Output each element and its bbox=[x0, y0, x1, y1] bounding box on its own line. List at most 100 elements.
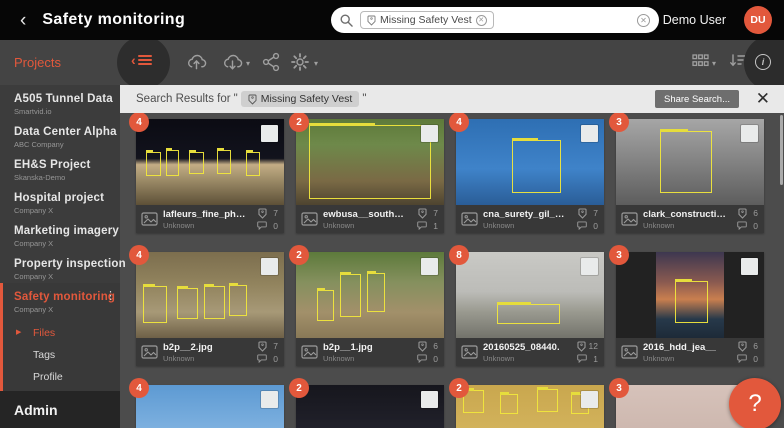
image-card[interactable]: 4 b2p__2.jpg Unknown 7 0 bbox=[129, 245, 284, 366]
results-content: 4 lafleurs_fine_ph… Unknown 7 0 2 ewbusa… bbox=[120, 113, 784, 428]
submenu-item-tags[interactable]: Tags bbox=[3, 344, 120, 366]
sidebar-project-item-1[interactable]: Data Center Alpha ABC Company bbox=[0, 118, 120, 151]
cloud-download-caret-icon[interactable]: ▾ bbox=[246, 59, 250, 68]
cloud-download-icon[interactable] bbox=[222, 52, 243, 72]
owner-label: Unknown bbox=[323, 353, 355, 363]
search-input[interactable]: Missing Safety Vest ✕ ✕ bbox=[331, 7, 659, 33]
grid-view-caret-icon[interactable]: ▾ bbox=[712, 59, 716, 68]
projects-heading: Projects bbox=[14, 55, 61, 70]
close-search-icon[interactable]: ✕ bbox=[756, 88, 770, 110]
card-footer: ewbusa__south… Unknown 7 1 bbox=[296, 205, 444, 233]
comment-count: 0 bbox=[257, 354, 278, 364]
owner-label: Unknown bbox=[643, 353, 675, 363]
select-checkbox[interactable] bbox=[741, 258, 758, 275]
tag-count-value: 7 bbox=[593, 208, 598, 218]
comment-icon bbox=[737, 221, 747, 230]
sidebar-project-item-5[interactable]: Property inspection Company X bbox=[0, 250, 126, 283]
sidebar-project-item-0[interactable]: A505 Tunnel Data Smartvid.io bbox=[0, 85, 120, 118]
open-quote: " bbox=[233, 93, 238, 105]
select-checkbox[interactable] bbox=[581, 258, 598, 275]
clear-search-icon[interactable]: ✕ bbox=[637, 13, 650, 27]
submenu-item-files[interactable]: ▶ Files bbox=[3, 322, 120, 344]
select-checkbox[interactable] bbox=[421, 125, 438, 142]
owner-label: Unknown bbox=[163, 220, 195, 230]
detection-count-badge: 4 bbox=[129, 113, 149, 132]
image-file-icon bbox=[301, 345, 318, 359]
detection-count-badge: 4 bbox=[129, 378, 149, 398]
project-name: EH&S Project bbox=[14, 159, 91, 171]
avatar[interactable]: DU bbox=[744, 6, 772, 34]
card-footer: 20160525_08440. Unknown 12 1 bbox=[456, 338, 604, 366]
image-card[interactable]: 3 2016_hdd_jea__ Unknown 6 0 bbox=[609, 245, 764, 366]
tag-count-value: 7 bbox=[433, 208, 438, 218]
comment-count: 1 bbox=[577, 354, 598, 364]
select-checkbox[interactable] bbox=[421, 258, 438, 275]
image-file-icon bbox=[461, 212, 478, 226]
scrollbar[interactable] bbox=[780, 115, 783, 185]
tag-icon bbox=[738, 340, 747, 352]
detection-count-badge: 4 bbox=[129, 245, 149, 265]
project-list: A505 Tunnel Data Smartvid.io Data Center… bbox=[0, 85, 126, 283]
comment-icon bbox=[577, 221, 587, 230]
card-footer: b2p__1.jpg Unknown 6 0 bbox=[296, 338, 444, 366]
image-card[interactable]: 4 cna_surety_gil_… Unknown 7 0 bbox=[449, 113, 604, 233]
select-checkbox[interactable] bbox=[261, 125, 278, 142]
tag-icon bbox=[258, 340, 267, 352]
sidebar-project-item-3[interactable]: Hospital project Company X bbox=[0, 184, 120, 217]
image-file-icon bbox=[621, 212, 638, 226]
project-org: Company X bbox=[14, 239, 54, 248]
select-checkbox[interactable] bbox=[581, 391, 598, 408]
sidebar-item-safety-monitoring[interactable]: Safety monitoring Company X ⋮ bbox=[3, 283, 120, 316]
detection-count-badge: 2 bbox=[289, 113, 309, 132]
select-checkbox[interactable] bbox=[421, 391, 438, 408]
remove-tag-icon[interactable]: ✕ bbox=[475, 14, 487, 26]
comment-icon bbox=[577, 354, 587, 363]
cloud-upload-icon[interactable] bbox=[186, 52, 207, 72]
share-search-button[interactable]: Share Search... bbox=[654, 90, 739, 108]
search-tag-chip[interactable]: Missing Safety Vest ✕ bbox=[360, 11, 494, 29]
image-card[interactable]: 2 ewbusa__south… Unknown 7 1 bbox=[289, 113, 444, 233]
submenu-item-profile[interactable]: Profile bbox=[3, 366, 120, 388]
card-footer: b2p__2.jpg Unknown 7 0 bbox=[136, 338, 284, 366]
image-card[interactable]: 3 clark_constructi… Unknown 6 0 bbox=[609, 113, 764, 233]
share-icon[interactable] bbox=[262, 52, 280, 72]
select-checkbox[interactable] bbox=[581, 125, 598, 142]
help-button[interactable]: ? bbox=[729, 378, 781, 428]
image-card[interactable]: 8 20160525_08440. Unknown 12 1 bbox=[449, 245, 604, 366]
comment-icon bbox=[737, 354, 747, 363]
tag-count-value: 12 bbox=[588, 341, 598, 351]
sidebar-project-item-4[interactable]: Marketing imagery Company X bbox=[0, 217, 120, 250]
filename: clark_constructi… bbox=[643, 208, 726, 220]
sidebar-project-item-2[interactable]: EH&S Project Skanska-Demo bbox=[0, 151, 120, 184]
image-grid: 4 lafleurs_fine_ph… Unknown 7 0 2 ewbusa… bbox=[129, 113, 784, 428]
user-name[interactable]: Demo User bbox=[663, 0, 726, 40]
project-org: Skanska-Demo bbox=[14, 173, 66, 182]
image-card[interactable]: 4 bbox=[129, 378, 284, 428]
sidebar: A505 Tunnel Data Smartvid.io Data Center… bbox=[0, 85, 126, 428]
image-card[interactable]: 4 lafleurs_fine_ph… Unknown 7 0 bbox=[129, 113, 284, 233]
grid-view-icon[interactable] bbox=[692, 52, 709, 69]
comment-count-value: 1 bbox=[433, 220, 438, 231]
comment-icon bbox=[257, 354, 267, 363]
image-card[interactable]: 2 bbox=[289, 378, 444, 428]
image-card[interactable]: 2 bbox=[449, 378, 604, 428]
collapse-sidebar-button[interactable]: ‹ bbox=[131, 53, 152, 67]
back-icon[interactable]: ‹ bbox=[20, 11, 26, 30]
comment-count: 0 bbox=[417, 354, 438, 364]
image-card[interactable]: 2 b2p__1.jpg Unknown 6 0 bbox=[289, 245, 444, 366]
select-checkbox[interactable] bbox=[741, 125, 758, 142]
card-footer: 2016_hdd_jea__ Unknown 6 0 bbox=[616, 338, 764, 366]
owner-label: Unknown bbox=[323, 220, 355, 230]
sidebar-item-admin[interactable]: Admin bbox=[0, 391, 120, 428]
image-file-icon bbox=[141, 345, 158, 359]
select-checkbox[interactable] bbox=[261, 258, 278, 275]
filename: ewbusa__south… bbox=[323, 208, 404, 220]
info-icon[interactable]: i bbox=[755, 54, 771, 70]
tag-count-value: 6 bbox=[433, 341, 438, 351]
select-checkbox[interactable] bbox=[261, 391, 278, 408]
project-kebab-icon[interactable]: ⋮ bbox=[105, 291, 116, 302]
filename: lafleurs_fine_ph… bbox=[163, 208, 246, 220]
settings-gear-icon[interactable] bbox=[290, 52, 310, 72]
settings-caret-icon[interactable]: ▾ bbox=[314, 59, 318, 68]
comment-count-value: 1 bbox=[593, 353, 598, 364]
